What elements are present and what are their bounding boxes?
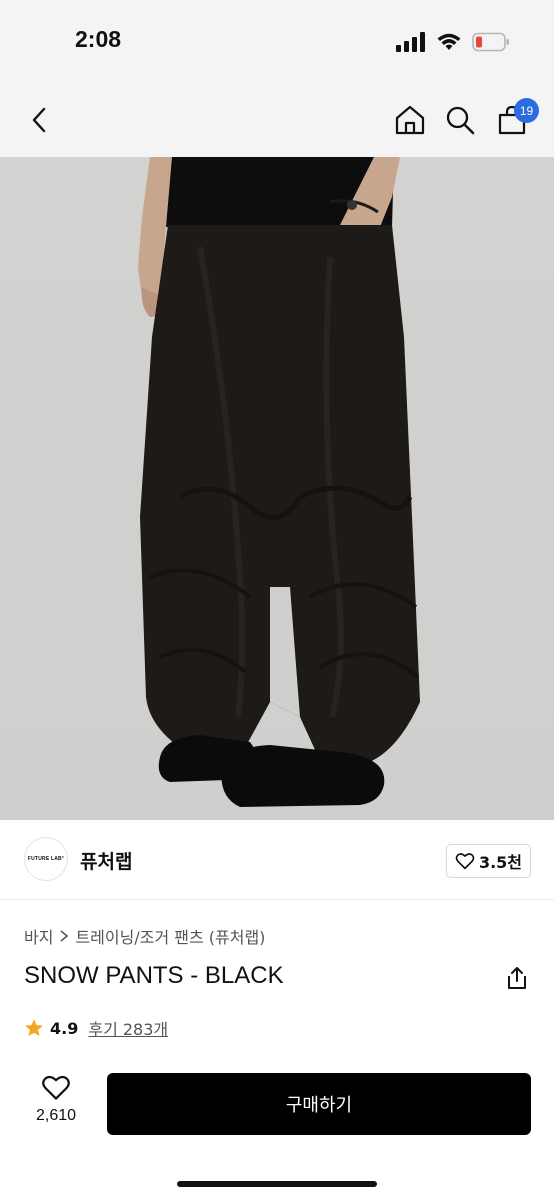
signal-icon [396,32,425,52]
home-icon [395,105,425,135]
back-button[interactable] [20,100,60,140]
battery-icon [472,32,509,52]
breadcrumb: 바지 트레이닝/조거 팬츠 (퓨처랩) [24,924,265,948]
search-icon [446,106,475,135]
product-image[interactable] [0,157,554,820]
cart-button[interactable]: 19 [492,98,539,140]
brand-like-button[interactable]: 3.5천 [446,844,531,878]
brand-name[interactable]: 퓨처랩 [80,847,132,874]
wishlist-count: 2,610 [35,1107,77,1124]
share-icon [508,967,526,989]
home-indicator [177,1181,377,1187]
brand-like-count: 3.5천 [478,853,523,872]
breadcrumb-category[interactable]: 바지 [24,924,53,948]
wishlist-button[interactable]: 2,610 [26,1074,86,1134]
star-icon [25,1019,43,1037]
search-button[interactable] [440,100,480,140]
rating-row: 4.9 후기 283개 [24,1016,168,1040]
buy-button[interactable]: 구매하기 [107,1073,531,1135]
product-photo [138,157,420,807]
brand-row[interactable]: FUTURE LAB° 퓨처랩 3.5천 [0,820,554,900]
product-title: SNOW PANTS - BLACK [24,962,284,989]
share-button[interactable] [504,964,530,992]
breadcrumb-subcategory[interactable]: 트레이닝/조거 팬츠 (퓨처랩) [75,924,265,948]
cart-count-badge: 19 [514,98,539,123]
status-icons [396,30,510,54]
heart-icon [42,1075,70,1100]
status-time: 2:08 [75,26,122,52]
home-button[interactable] [390,100,430,140]
reviews-link[interactable]: 후기 283개 [88,1016,168,1040]
heart-icon [455,853,475,870]
chevron-right-icon [60,930,69,942]
brand-logo[interactable]: FUTURE LAB° [24,837,68,881]
wifi-icon [437,33,461,50]
rating-value: 4.9 [50,1018,79,1038]
status-bar: 2:08 [0,0,554,82]
top-nav: 19 [0,82,554,157]
chevron-left-icon [32,107,46,133]
